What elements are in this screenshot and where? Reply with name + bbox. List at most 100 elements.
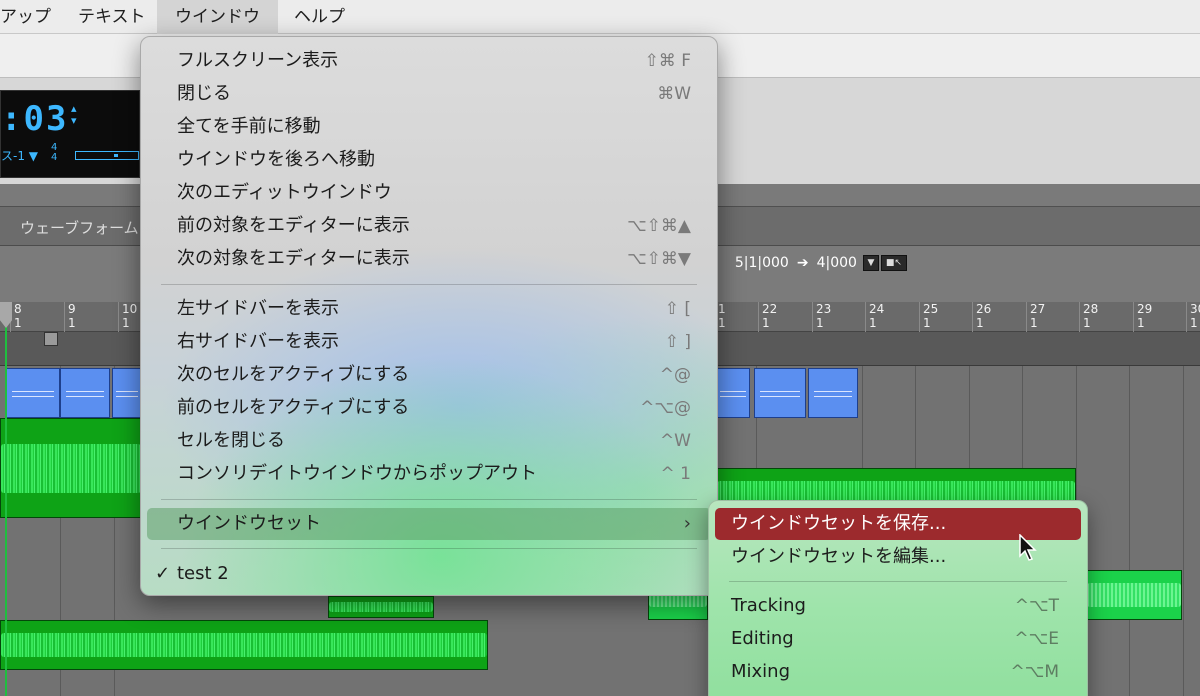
menu-window[interactable]: ウインドウ — [157, 0, 278, 34]
menu-separator — [161, 284, 697, 285]
midi-notes — [720, 390, 746, 397]
menu-item-activate-previous-cell[interactable]: 前のセルをアクティブにする ^⌥@ — [147, 392, 711, 424]
menu-item-label: 閉じる — [177, 83, 231, 104]
midi-clip[interactable] — [754, 368, 806, 418]
menu-help[interactable]: ヘルプ — [276, 0, 363, 34]
main-counter[interactable]: :03 ▴ ▾ ス-1 ▼ 4 4 — [0, 90, 140, 178]
ruler-tick: 24 1 — [864, 302, 885, 332]
menu-item-activate-next-cell[interactable]: 次のセルをアクティブにする ^@ — [147, 359, 711, 391]
midi-clip[interactable] — [6, 368, 60, 418]
menu-item-label: Editing — [731, 628, 794, 649]
waveform — [1, 633, 487, 657]
shortcut-label: ⌥⇧⌘▼ — [627, 249, 691, 269]
menu-item-label: 次の対象をエディターに表示 — [177, 248, 410, 269]
ruler-tick: 27 1 — [1025, 302, 1046, 332]
menu-item-label: Mixing — [731, 661, 791, 682]
midi-clip[interactable] — [716, 368, 750, 418]
menu-item-show-right-sidebar[interactable]: 右サイドバーを表示 ⇧ ] — [147, 326, 711, 358]
ruler-tick: 25 1 — [918, 302, 939, 332]
menu-item-close-cell[interactable]: セルを閉じる ^W — [147, 425, 711, 457]
menu-item-label: ウインドウセット — [177, 513, 321, 534]
midi-notes — [760, 390, 800, 397]
midi-notes — [115, 390, 139, 397]
ruler-tick: 28 1 — [1078, 302, 1099, 332]
chevron-right-icon: › — [683, 513, 691, 534]
menu-item-send-to-back[interactable]: ウインドウを後ろへ移動 — [147, 144, 711, 176]
submenu-item-tracking[interactable]: Tracking ^⌥T — [715, 590, 1081, 622]
midi-notes — [813, 390, 853, 397]
menu-item-show-left-sidebar[interactable]: 左サイドバーを表示 ⇧ [ — [147, 293, 711, 325]
menu-item-next-in-editor[interactable]: 次の対象をエディターに表示 ⌥⇧⌘▼ — [147, 243, 711, 275]
shortcut-label: ⇧ ] — [664, 332, 691, 352]
menu-item-previous-in-editor[interactable]: 前の対象をエディターに表示 ⌥⇧⌘▲ — [147, 210, 711, 242]
arrow-icon: ➔ — [796, 255, 809, 271]
audio-clip[interactable] — [1086, 570, 1182, 620]
window-set-submenu: ウインドウセットを保存... ウインドウセットを編集... Tracking ^… — [708, 500, 1088, 696]
submenu-item-editing[interactable]: Editing ^⌥E — [715, 623, 1081, 655]
audio-clip[interactable] — [328, 596, 434, 618]
ruler-tick: 22 1 — [757, 302, 778, 332]
midi-clip[interactable] — [60, 368, 110, 418]
shortcut-label: ⇧ [ — [664, 299, 691, 319]
tool-selector-icon[interactable]: ■↖ — [880, 255, 907, 271]
shortcut-label: ^W — [659, 431, 691, 451]
ruler-tick: 81 — [10, 302, 22, 332]
menu-item-label: フルスクリーン表示 — [177, 50, 339, 71]
menu-item-label: ウインドウセットを保存... — [731, 513, 947, 534]
menu-item-pop-out[interactable]: コンソリデイトウインドウからポップアウト ^ 1 — [147, 458, 711, 490]
shortcut-label: ⇧⌘ F — [644, 51, 691, 71]
time-signature: 4 4 — [51, 143, 57, 163]
shortcut-label: ^ 1 — [660, 464, 691, 484]
midi-clip[interactable] — [808, 368, 858, 418]
waveform — [1, 443, 141, 493]
menu-item-window-set[interactable]: ウインドウセット › — [147, 508, 711, 540]
waveform — [1087, 583, 1181, 607]
audio-clip[interactable] — [0, 418, 142, 518]
position-meter — [75, 151, 139, 160]
window-menu: フルスクリーン表示 ⇧⌘ F 閉じる ⌘W 全てを手前に移動 ウインドウを後ろへ… — [140, 36, 718, 596]
ruler-tick: 301 — [1185, 302, 1200, 332]
menu-item-label: コンソリデイトウインドウからポップアウト — [177, 463, 537, 484]
menu-item-label: 左サイドバーを表示 — [177, 298, 339, 319]
ruler-tick: 91 — [64, 302, 76, 332]
menu-item-bring-all-to-front[interactable]: 全てを手前に移動 — [147, 111, 711, 143]
menu-item-label: 次のセルをアクティブにする — [177, 364, 410, 385]
shortcut-label: ⌥⇧⌘▲ — [627, 216, 691, 236]
counter-stepper-icon[interactable]: ▴ ▾ — [71, 103, 77, 127]
ruler-tick: 23 1 — [811, 302, 832, 332]
selection-length-field[interactable]: 4|000 — [817, 255, 857, 271]
midi-notes — [12, 390, 54, 397]
marker-icon[interactable] — [44, 332, 58, 346]
checkmark-icon: ✓ — [155, 563, 171, 584]
menu-item-label: 前のセルをアクティブにする — [177, 397, 410, 418]
length-dropdown-icon[interactable]: ▼ — [862, 255, 879, 271]
menu-item-current-window-set[interactable]: ✓ test 2 — [147, 558, 711, 590]
waveform-label[interactable]: ウェーブフォーム — [20, 217, 139, 238]
menu-item-close[interactable]: 閉じる ⌘W — [147, 78, 711, 110]
menu-separator — [161, 499, 697, 500]
menu-item-label: test 2 — [177, 563, 229, 584]
menu-item-label: 次のエディットウインドウ — [177, 182, 392, 203]
menu-item-label: 前の対象をエディターに表示 — [177, 215, 410, 236]
midi-clip[interactable] — [112, 368, 142, 418]
submenu-item-mixing[interactable]: Mixing ^⌥M — [715, 656, 1081, 688]
shortcut-label: ^⌥@ — [640, 398, 691, 418]
shortcut-label: ^⌥T — [1014, 596, 1059, 616]
selection-start-field[interactable]: 5|1|000 — [735, 255, 789, 271]
playback-cursor — [5, 302, 7, 696]
ruler-tick: 29 1 — [1132, 302, 1153, 332]
ruler-tick: 11 — [714, 302, 726, 332]
menu-item-label: セルを閉じる — [177, 430, 285, 451]
audio-clip[interactable] — [0, 620, 488, 670]
menu-item-next-edit-window[interactable]: 次のエディットウインドウ — [147, 177, 711, 209]
menu-setup[interactable]: アップ — [0, 0, 69, 34]
mouse-pointer-icon — [1019, 534, 1037, 561]
menu-item-fullscreen[interactable]: フルスクリーン表示 ⇧⌘ F — [147, 45, 711, 77]
menu-item-label: 全てを手前に移動 — [177, 116, 321, 137]
menu-item-label: ウインドウセットを編集... — [731, 546, 947, 567]
position-marker — [114, 154, 118, 157]
menu-item-label: Tracking — [731, 595, 806, 616]
grid-line — [1129, 366, 1130, 696]
meter-selector[interactable]: ス-1 ▼ — [1, 147, 38, 164]
menu-text[interactable]: テキスト — [60, 0, 164, 34]
